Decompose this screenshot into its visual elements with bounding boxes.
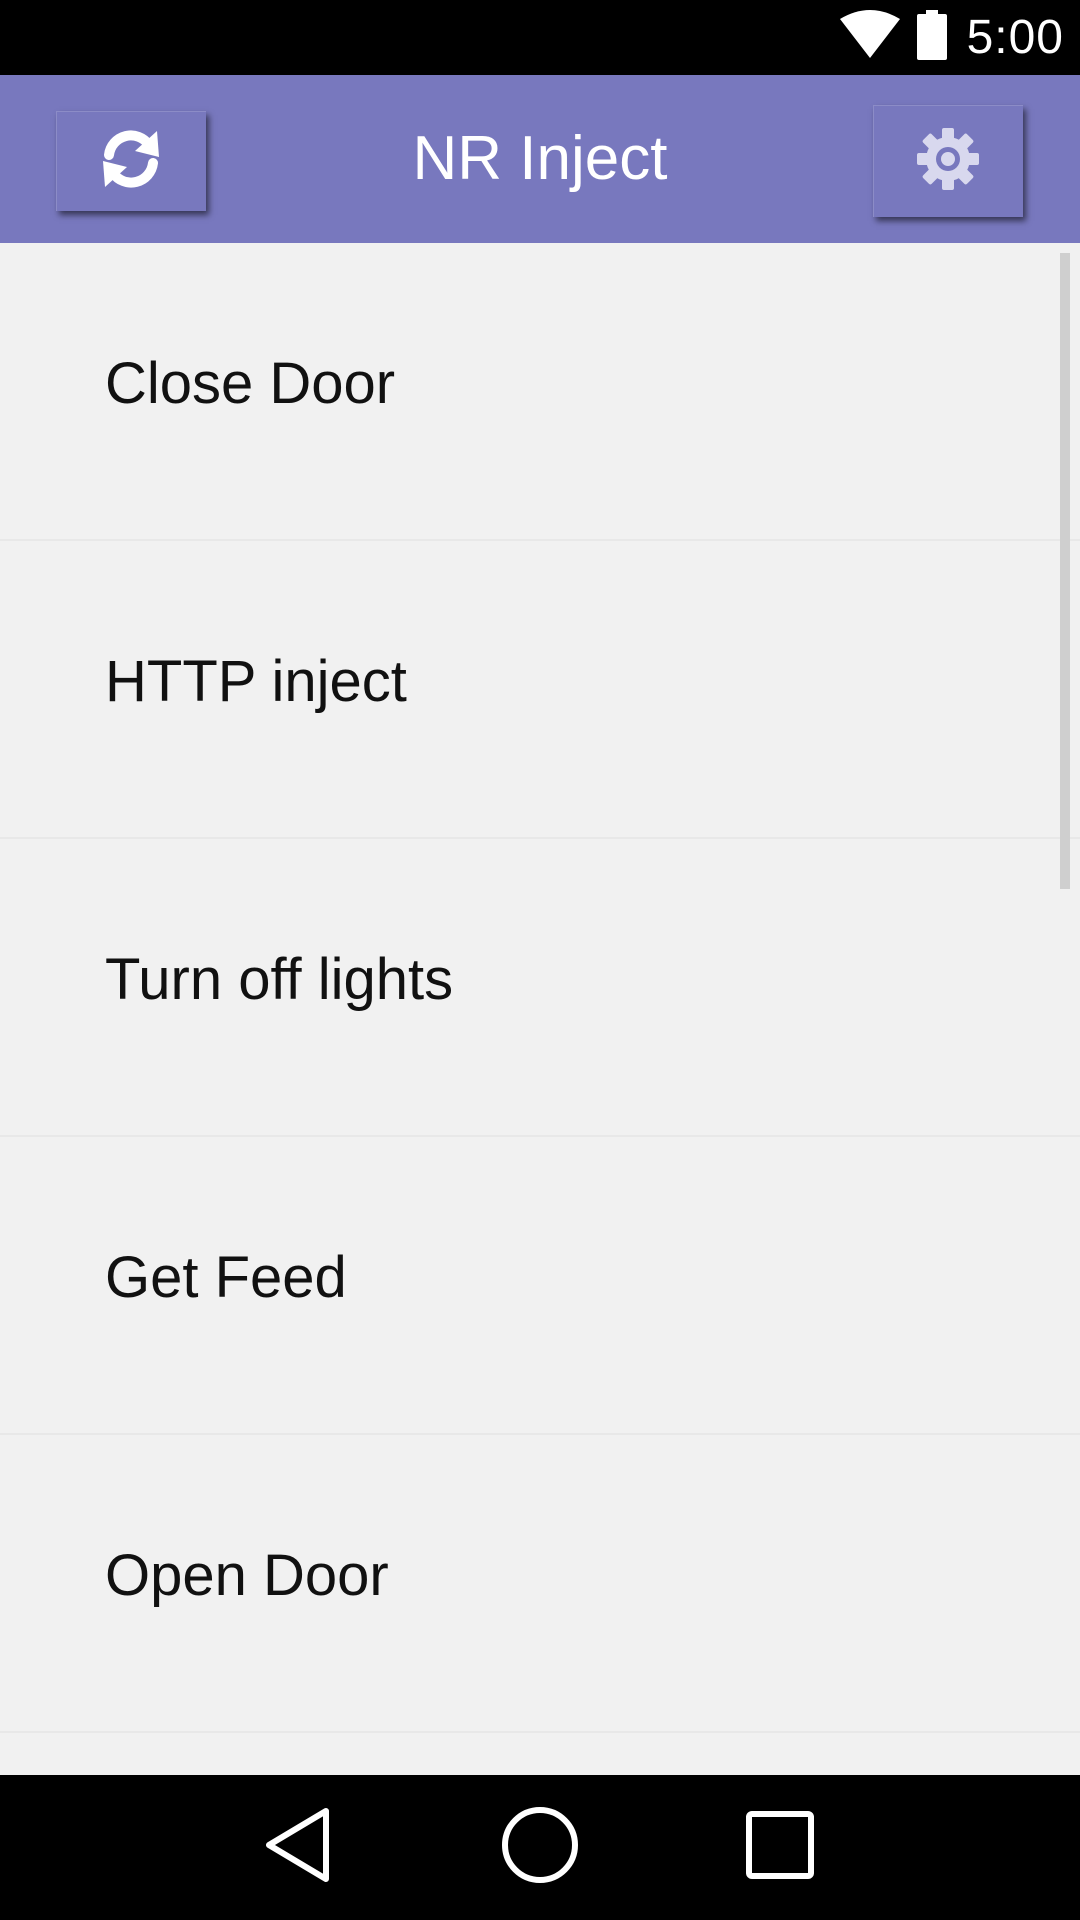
wifi-icon [839, 10, 901, 65]
navigation-bar [0, 1775, 1080, 1920]
inject-list: Close Door HTTP inject Turn off lights G… [0, 243, 1080, 1775]
list-item-label: Open Door [105, 1543, 389, 1608]
home-button[interactable] [460, 1775, 620, 1920]
home-icon [500, 1805, 580, 1890]
list-item[interactable]: Close Door [0, 243, 1080, 541]
list-item-label: Close Door [105, 351, 396, 416]
list-item[interactable]: Turn off lights [0, 839, 1080, 1137]
list-item[interactable]: Get Feed [0, 1137, 1080, 1435]
battery-icon [915, 10, 949, 65]
refresh-icon [95, 123, 167, 200]
status-bar: 5:00 [0, 0, 1080, 75]
back-icon [263, 1807, 333, 1888]
app-bar: NR Inject [0, 75, 1080, 243]
back-button[interactable] [218, 1775, 378, 1920]
recents-icon [745, 1810, 815, 1885]
recents-button[interactable] [700, 1775, 860, 1920]
gear-icon [915, 126, 981, 197]
list-item-label: Turn off lights [105, 947, 454, 1012]
scrollbar-thumb[interactable] [1060, 253, 1070, 889]
list-item[interactable]: HTTP inject [0, 541, 1080, 839]
refresh-button[interactable] [56, 111, 206, 211]
status-time: 5:00 [966, 11, 1064, 64]
list-item-label: Get Feed [105, 1245, 347, 1310]
list-item[interactable]: Open Door [0, 1435, 1080, 1733]
list-item-label: HTTP inject [105, 649, 407, 714]
settings-button[interactable] [873, 105, 1023, 217]
status-icons: 5:00 [839, 0, 1064, 75]
